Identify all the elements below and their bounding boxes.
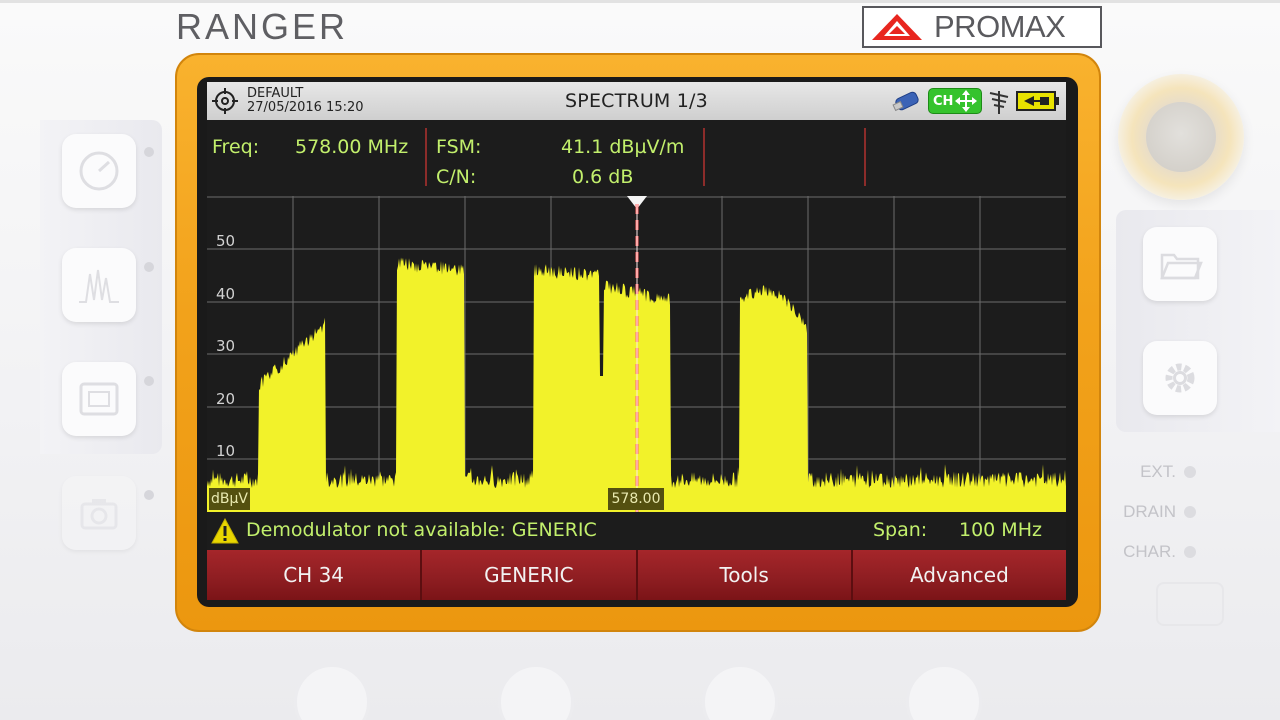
span-label: Span: xyxy=(873,519,928,541)
indicator-dot xyxy=(144,147,154,157)
span-value[interactable]: 100 MHz xyxy=(959,519,1042,541)
status-drain: DRAIN xyxy=(1120,492,1280,532)
promax-logo-text: PROMAX xyxy=(934,9,1066,44)
status-bar: DEFAULT 27/05/2016 15:20 SPECTRUM 1/3 CH xyxy=(207,82,1066,120)
status-led xyxy=(1184,546,1196,558)
freq-label: Freq: xyxy=(212,136,260,158)
softkey-standard[interactable]: GENERIC xyxy=(422,550,638,600)
function-key-4[interactable] xyxy=(906,664,982,720)
rotary-knob[interactable] xyxy=(1118,74,1244,200)
softkey-bar: CH 34 GENERIC Tools Advanced xyxy=(207,550,1066,600)
channel-mode-badge: CH xyxy=(928,88,982,114)
status-icons: CH xyxy=(892,87,1060,115)
indicator-dot xyxy=(144,376,154,386)
spectrum-plot[interactable] xyxy=(207,196,1066,512)
promax-logo-triangle-icon xyxy=(872,14,922,40)
y-tick-label: 50 xyxy=(216,232,236,250)
device-model-label: RANGER xyxy=(176,6,349,47)
freq-value: 578.00 MHz xyxy=(295,136,409,158)
spectrum-button[interactable] xyxy=(62,248,136,322)
function-key-2[interactable] xyxy=(498,664,574,720)
softkey-advanced[interactable]: Advanced xyxy=(852,550,1066,600)
y-tick-label: 40 xyxy=(216,285,236,303)
screen-icon xyxy=(79,382,119,416)
indicator-dot xyxy=(144,490,154,500)
fsm-value: 41.1 dBµV/m xyxy=(561,136,685,158)
spectrum-icon xyxy=(79,269,119,303)
measurement-divider xyxy=(425,128,427,186)
usb-icon xyxy=(892,91,919,112)
fsm-label: FSM: xyxy=(436,136,482,158)
channel-arrows-icon xyxy=(955,90,978,112)
info-bar: Demodulator not available: GENERIC Span:… xyxy=(207,514,1066,548)
status-led xyxy=(1184,466,1196,478)
unit-label: dBµV xyxy=(209,488,250,510)
settings-button[interactable] xyxy=(1143,341,1217,415)
y-tick-label: 20 xyxy=(216,390,236,408)
function-key-1[interactable] xyxy=(294,664,370,720)
files-button[interactable] xyxy=(1143,227,1217,301)
measurement-divider xyxy=(703,128,705,186)
softkey-tools[interactable]: Tools xyxy=(637,550,853,600)
cn-value: 0.6 dB xyxy=(572,166,634,188)
promax-logo: PROMAX xyxy=(862,6,1102,48)
indicator-dot xyxy=(144,262,154,272)
status-char: CHAR. xyxy=(1120,532,1280,572)
measure-gauge-button[interactable] xyxy=(62,134,136,208)
status-ext: EXT. xyxy=(1120,452,1280,492)
warning-icon xyxy=(211,518,239,544)
marker-frequency-label: 578.00 xyxy=(608,488,664,510)
camera-icon xyxy=(80,499,118,530)
function-key-3[interactable] xyxy=(702,664,778,720)
warning-message: Demodulator not available: GENERIC xyxy=(246,519,597,541)
measurement-divider xyxy=(864,128,866,186)
sensor-button[interactable] xyxy=(1156,582,1224,626)
folder-icon xyxy=(1160,253,1203,280)
screenshot-button[interactable] xyxy=(62,476,136,550)
softkey-channel[interactable]: CH 34 xyxy=(207,550,423,600)
status-led xyxy=(1184,506,1196,518)
antenna-icon xyxy=(989,91,1009,114)
top-edge-line xyxy=(0,0,1280,3)
spectrum-screen: DEFAULT 27/05/2016 15:20 SPECTRUM 1/3 CH xyxy=(207,82,1066,600)
battery-icon xyxy=(1016,91,1059,111)
screen-button[interactable] xyxy=(62,362,136,436)
gear-icon xyxy=(1165,363,1195,393)
gauge-icon xyxy=(79,151,119,191)
y-tick-label: 10 xyxy=(216,442,236,460)
y-tick-label: 30 xyxy=(216,337,236,355)
cn-label: C/N: xyxy=(436,166,477,188)
power-status-labels: EXT. DRAIN CHAR. xyxy=(1120,452,1280,572)
spectrum-graph[interactable]: 50 40 30 20 10 dBµV 578.00 xyxy=(207,196,1066,512)
measurement-panel: Freq: 578.00 MHz FSM: 41.1 dBµV/m C/N: 0… xyxy=(207,120,1066,188)
